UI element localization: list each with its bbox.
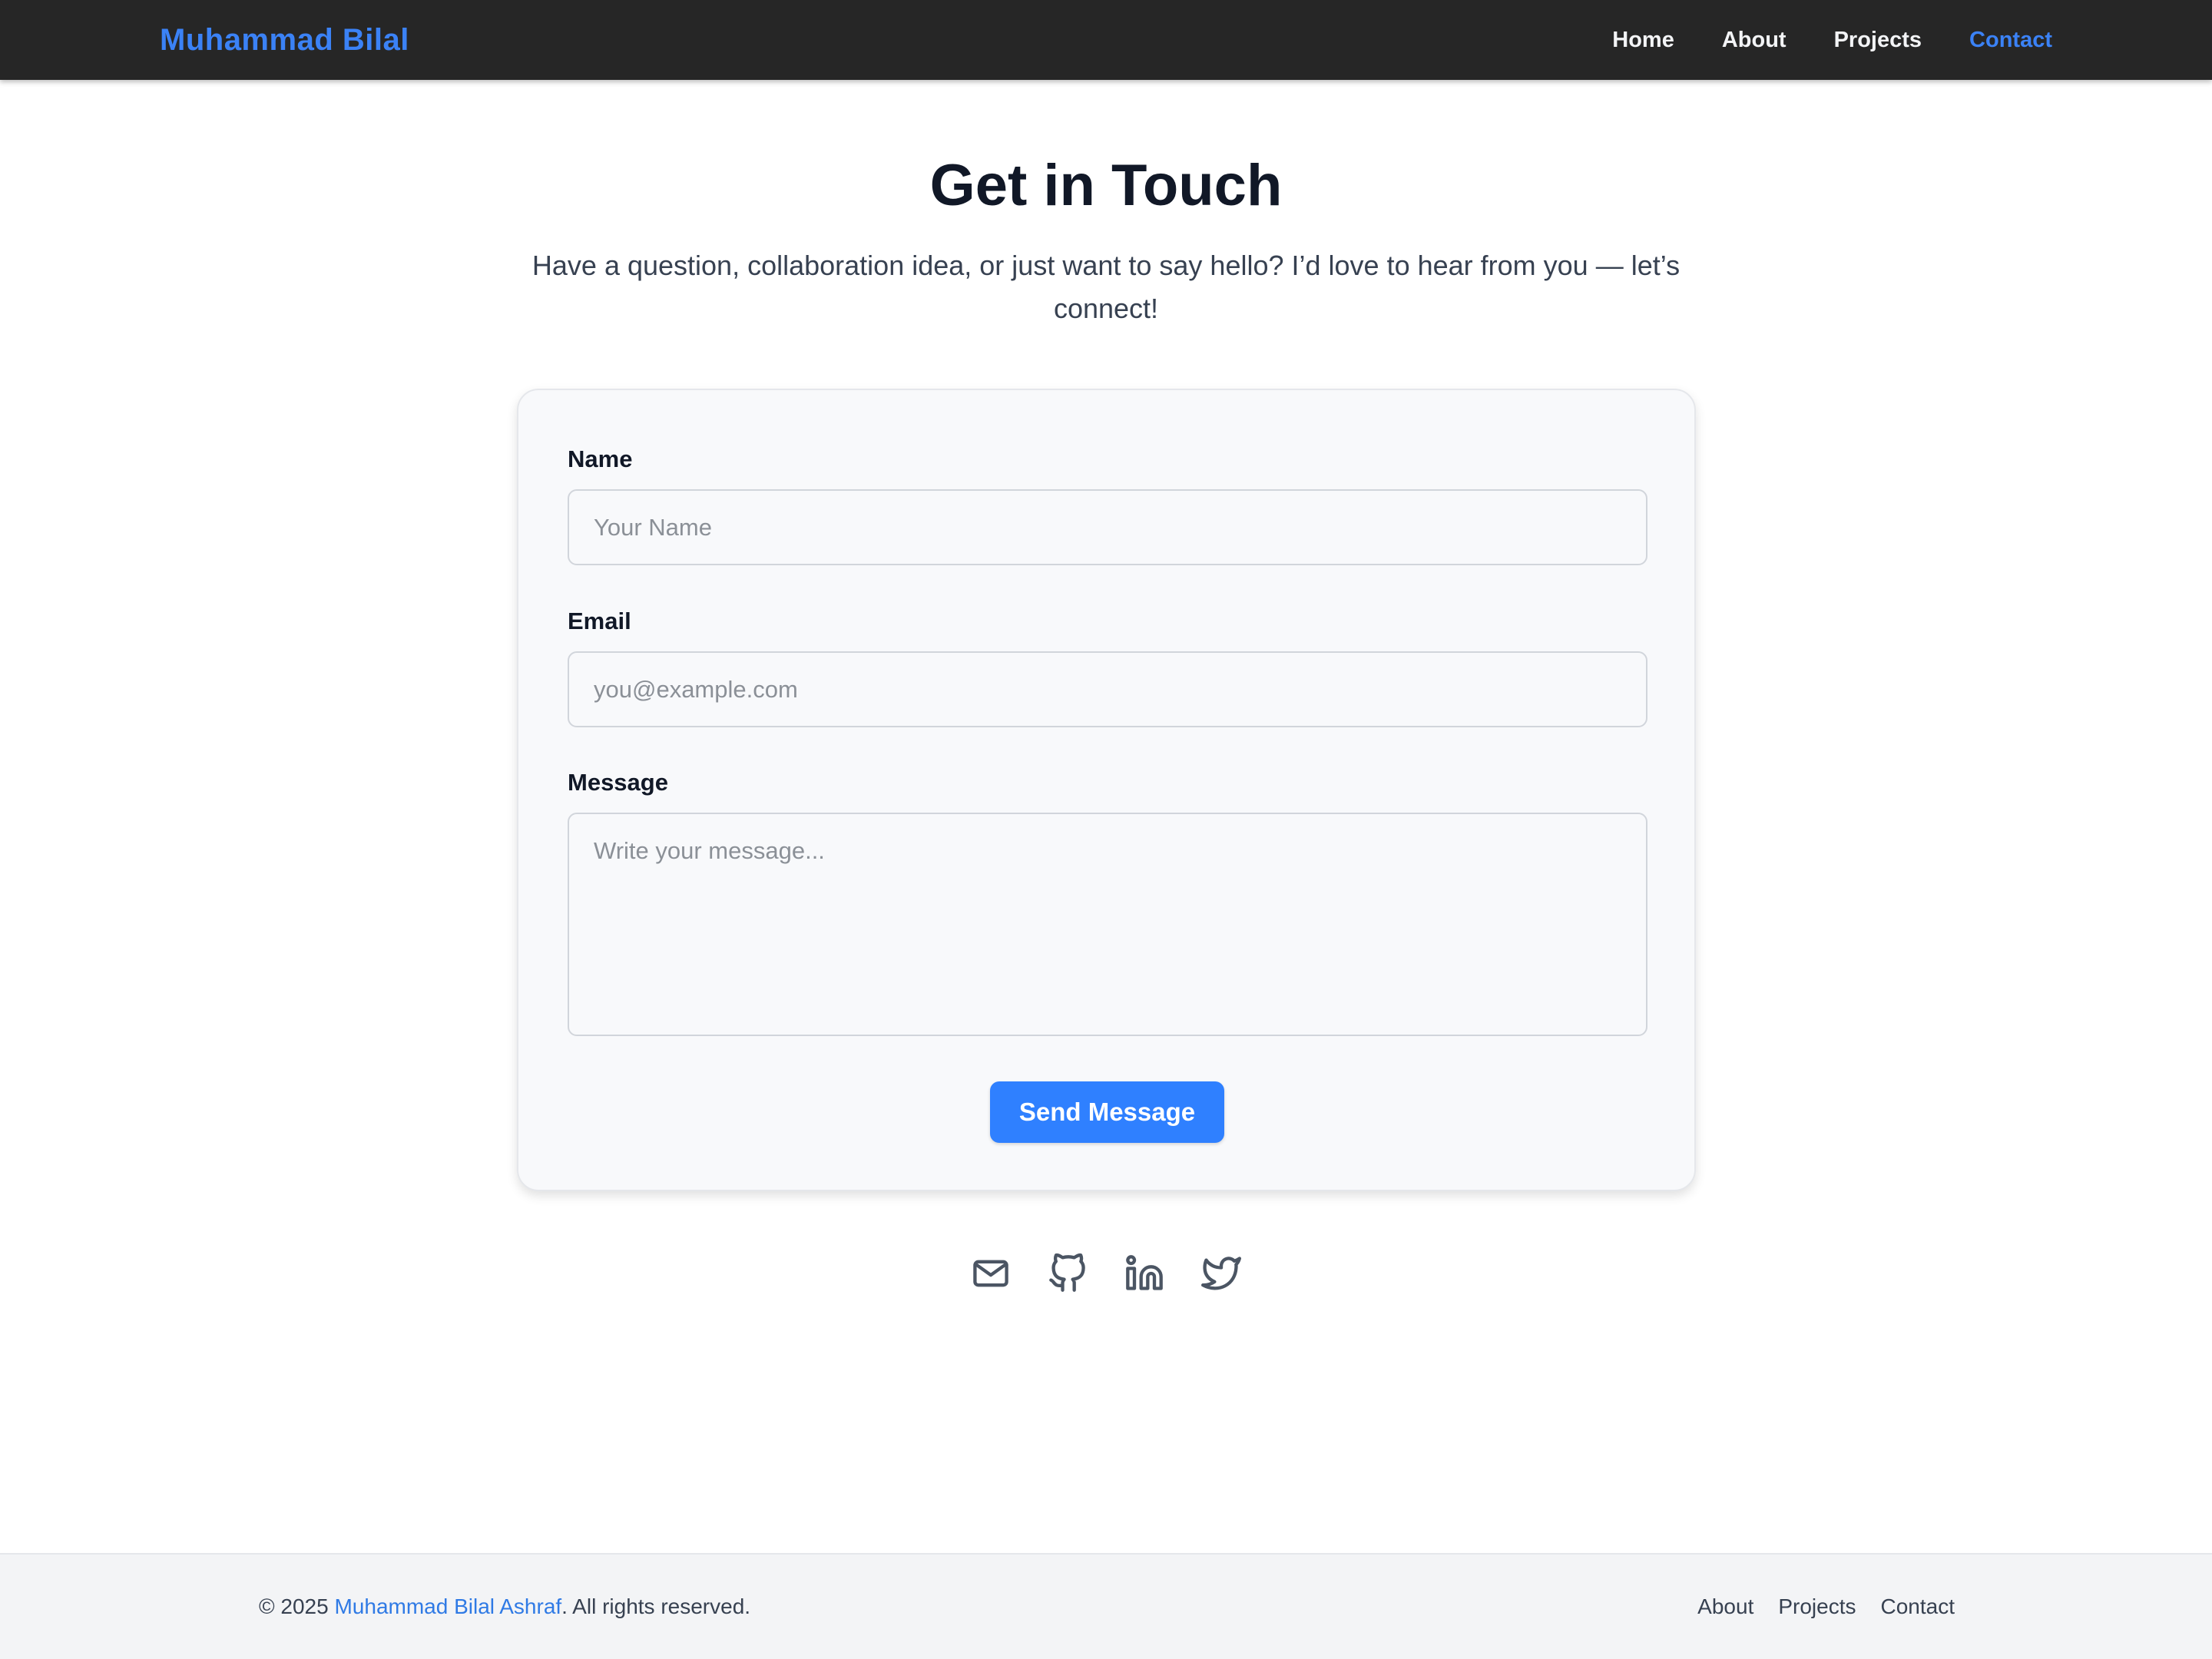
name-input[interactable] <box>568 489 1647 565</box>
copyright-suffix: . All rights reserved. <box>561 1594 751 1618</box>
page-subtitle: Have a question, collaboration idea, or … <box>531 250 1681 324</box>
linkedin-icon <box>1126 1255 1163 1290</box>
copyright-text: © 2025 Muhammad Bilal Ashraf. All rights… <box>259 1594 750 1619</box>
nav-link-projects[interactable]: Projects <box>1834 28 1922 53</box>
footer: © 2025 Muhammad Bilal Ashraf. All rights… <box>0 1553 2212 1659</box>
navbar: Muhammad Bilal Home About Projects Conta… <box>0 0 2212 80</box>
name-label: Name <box>568 445 633 472</box>
mail-icon <box>973 1260 1008 1287</box>
footer-link-projects[interactable]: Projects <box>1778 1594 1856 1619</box>
social-links <box>968 1250 1244 1296</box>
nav-links: Home About Projects Contact <box>1612 28 2052 53</box>
copyright-prefix: © 2025 <box>259 1594 335 1618</box>
social-link-twitter[interactable] <box>1198 1250 1244 1296</box>
footer-link-contact[interactable]: Contact <box>1881 1594 1955 1619</box>
github-icon <box>1049 1253 1085 1292</box>
page-title: Get in Touch <box>929 153 1283 218</box>
social-link-github[interactable] <box>1045 1250 1091 1296</box>
contact-form: Name Email Message Send Message <box>517 389 1696 1191</box>
email-input[interactable] <box>568 651 1647 727</box>
nav-link-home[interactable]: Home <box>1612 28 1674 53</box>
social-link-linkedin[interactable] <box>1121 1250 1167 1296</box>
footer-links: About Projects Contact <box>1697 1594 1955 1619</box>
send-message-button[interactable]: Send Message <box>990 1081 1224 1143</box>
social-link-mail[interactable] <box>968 1250 1014 1296</box>
message-textarea[interactable] <box>568 813 1647 1036</box>
message-label: Message <box>568 769 668 796</box>
footer-link-about[interactable]: About <box>1697 1594 1753 1619</box>
nav-link-contact[interactable]: Contact <box>1969 28 2052 53</box>
twitter-icon <box>1201 1257 1241 1290</box>
nav-link-about[interactable]: About <box>1722 28 1786 53</box>
owner-link[interactable]: Muhammad Bilal Ashraf <box>334 1594 561 1618</box>
email-label: Email <box>568 608 631 634</box>
brand-link[interactable]: Muhammad Bilal <box>160 23 409 58</box>
